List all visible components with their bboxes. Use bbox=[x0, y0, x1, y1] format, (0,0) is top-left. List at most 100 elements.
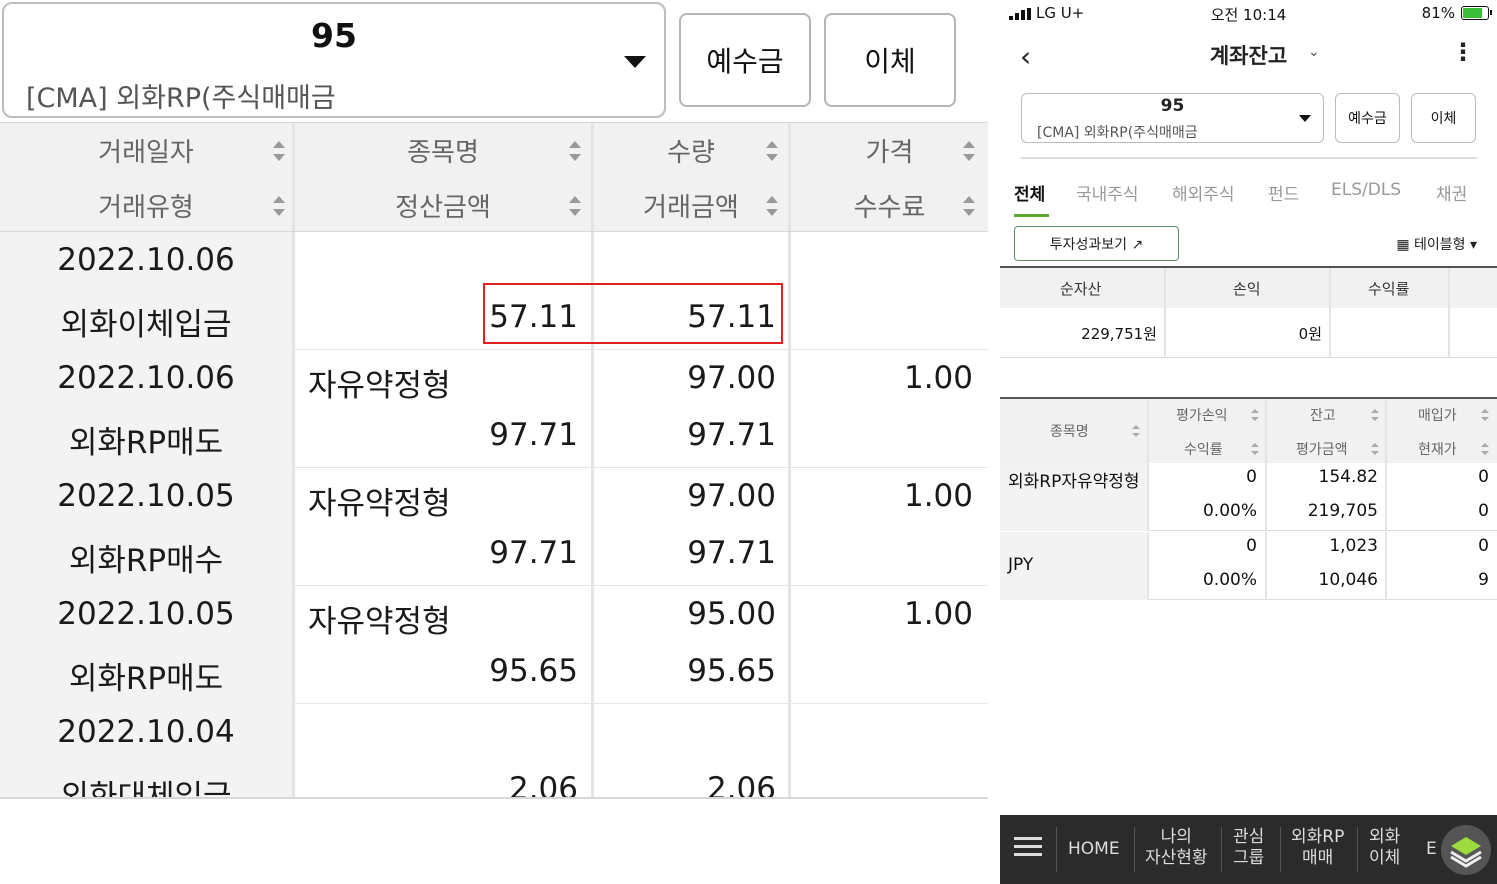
column-divider bbox=[788, 704, 791, 797]
holding-name: JPY bbox=[1008, 555, 1034, 575]
more-menu-icon[interactable]: ⋮ bbox=[1451, 38, 1475, 66]
header-trade-amount[interactable]: 거래금액 bbox=[594, 178, 788, 233]
bottom-nav-fx-rp-trade[interactable]: 외화RP 매매 bbox=[1291, 827, 1344, 869]
bottom-nav-my-assets[interactable]: 나의 자산현황 bbox=[1145, 827, 1208, 869]
trade-date: 2022.10.06 bbox=[57, 360, 235, 396]
column-divider bbox=[788, 123, 791, 231]
table-row[interactable]: 2022.10.06 외화RP매도 자유약정형 97.71 97.00 97.71 1.00 bbox=[0, 350, 988, 468]
battery-percent: 81% bbox=[1421, 4, 1455, 22]
divider bbox=[1021, 157, 1477, 159]
sort-icon[interactable] bbox=[766, 141, 778, 161]
sort-icon[interactable] bbox=[1251, 409, 1259, 421]
deposit-button[interactable]: 예수금 bbox=[1335, 93, 1400, 143]
sort-icon[interactable] bbox=[569, 196, 581, 216]
column-divider bbox=[292, 350, 295, 467]
status-bar: LG U+ 오전 10:14 81% bbox=[1000, 0, 1497, 28]
column-divider bbox=[292, 468, 295, 585]
settle-amount: 2.06 bbox=[508, 771, 578, 799]
table-view-toggle[interactable]: ▦ 테이블형 ▾ bbox=[1396, 234, 1477, 254]
transfer-button[interactable]: 이체 bbox=[824, 13, 956, 107]
trade-date: 2022.10.05 bbox=[57, 478, 235, 514]
column-divider bbox=[788, 232, 791, 349]
settle-amount: 97.71 bbox=[489, 535, 578, 571]
trade-date: 2022.10.05 bbox=[57, 596, 235, 632]
investment-performance-button[interactable]: 투자성과보기 ↗ bbox=[1014, 226, 1179, 261]
sort-icon[interactable] bbox=[273, 141, 285, 161]
header-eval-pnl[interactable]: 평가손익 bbox=[1176, 405, 1228, 425]
trade-type: 외화RP매수 bbox=[68, 543, 224, 579]
dropdown-caret-icon[interactable] bbox=[1299, 115, 1311, 122]
header-balance[interactable]: 잔고 bbox=[1310, 405, 1336, 425]
sort-icon[interactable] bbox=[1481, 409, 1489, 421]
sort-icon[interactable] bbox=[766, 196, 778, 216]
deposit-button[interactable]: 예수금 bbox=[679, 13, 811, 107]
page-title[interactable]: 계좌잔고 bbox=[1000, 40, 1497, 70]
transfer-button[interactable]: 이체 bbox=[1411, 93, 1476, 143]
sort-icon[interactable] bbox=[1481, 443, 1489, 455]
settle-amount: 95.65 bbox=[489, 653, 578, 689]
header-buy-price[interactable]: 매입가 bbox=[1418, 405, 1457, 425]
sort-icon[interactable] bbox=[963, 196, 975, 216]
eval-pnl: 0 bbox=[1246, 536, 1257, 556]
header-current-price[interactable]: 현재가 bbox=[1418, 439, 1457, 459]
bottom-nav-home[interactable]: HOME bbox=[1068, 839, 1120, 860]
table-header: 거래일자 종목명 수량 가격 거래유형 정산금액 거래금액 수수료 bbox=[0, 122, 988, 232]
account-selector[interactable]: 95 [CMA] 외화RP(주식매매금 bbox=[1021, 93, 1324, 143]
sort-icon[interactable] bbox=[273, 196, 285, 216]
holding-row[interactable]: 외화RP자유약정형 0 0.00% 154.82 219,705 0 0 bbox=[1000, 463, 1497, 531]
account-name: [CMA] 외화RP(주식매매금 bbox=[1037, 125, 1198, 141]
header-trade-type[interactable]: 거래유형 bbox=[0, 178, 292, 233]
header-fee[interactable]: 수수료 bbox=[791, 178, 988, 233]
header-trade-date[interactable]: 거래일자 bbox=[0, 123, 292, 178]
left-panel: 95 [CMA] 외화RP(주식매매금 예수금 이체 거래일자 종목명 수량 가… bbox=[0, 0, 988, 884]
sort-icon[interactable] bbox=[1371, 409, 1379, 421]
header-item-name[interactable]: 종목명 bbox=[295, 123, 591, 178]
hamburger-menu-icon[interactable] bbox=[1014, 837, 1042, 857]
sort-icon[interactable] bbox=[1132, 425, 1140, 437]
trade-date: 2022.10.04 bbox=[57, 714, 235, 750]
table-row[interactable]: 2022.10.05 외화RP매수 자유약정형 97.71 97.00 97.71 1.00 bbox=[0, 468, 988, 586]
bottom-nav-more[interactable]: E bbox=[1426, 839, 1437, 860]
title-chevron-icon[interactable]: ⌄ bbox=[1308, 44, 1320, 60]
quantity: 95.00 bbox=[687, 596, 776, 632]
tab-bond[interactable]: 채권 bbox=[1436, 180, 1467, 205]
header-item-name[interactable]: 종목명 bbox=[1050, 421, 1089, 441]
balance: 154.82 bbox=[1318, 467, 1378, 487]
trade-type: 외화RP매도 bbox=[68, 661, 224, 697]
bottom-nav-fx-transfer[interactable]: 외화 이체 bbox=[1369, 827, 1400, 869]
header-settle-amount[interactable]: 정산금액 bbox=[295, 178, 591, 233]
header-net-assets: 순자산 bbox=[1060, 280, 1102, 298]
bottom-nav-watch-group[interactable]: 관심 그룹 bbox=[1233, 827, 1264, 869]
header-return-rate[interactable]: 수익률 bbox=[1184, 439, 1223, 459]
sort-icon[interactable] bbox=[1251, 443, 1259, 455]
bottom-nav: HOME 나의 자산현황 관심 그룹 외화RP 매매 외화 이체 E bbox=[1000, 815, 1497, 884]
account-number: 95 bbox=[311, 16, 357, 55]
header-price[interactable]: 가격 bbox=[791, 123, 988, 178]
tab-domestic-stock[interactable]: 국내주식 bbox=[1076, 180, 1139, 205]
tab-els-dls[interactable]: ELS/DLS bbox=[1331, 180, 1401, 200]
holding-row[interactable]: JPY 0 0.00% 1,023 10,046 0 9 bbox=[1000, 532, 1497, 600]
buy-price: 0 bbox=[1478, 536, 1489, 556]
header-quantity[interactable]: 수량 bbox=[594, 123, 788, 178]
dropdown-caret-icon[interactable] bbox=[624, 56, 646, 68]
sort-icon[interactable] bbox=[1371, 443, 1379, 455]
asset-tabs: 전체 국내주식 해외주식 펀드 ELS/DLS 채권 bbox=[1000, 172, 1497, 220]
header-eval-amount[interactable]: 평가금액 bbox=[1296, 439, 1348, 459]
nav-bar: ‹ 계좌잔고 ⌄ ⋮ bbox=[1000, 30, 1497, 78]
column-divider bbox=[788, 586, 791, 703]
account-selector[interactable]: 95 [CMA] 외화RP(주식매매금 bbox=[2, 2, 666, 118]
table-row[interactable]: 2022.10.05 외화RP매도 자유약정형 95.65 95.00 95.65 1.00 bbox=[0, 586, 988, 704]
column-divider bbox=[788, 468, 791, 585]
sort-icon[interactable] bbox=[963, 141, 975, 161]
return-rate: 0.00% bbox=[1202, 501, 1257, 521]
summary-header: 순자산 손익 수익률 bbox=[1000, 268, 1497, 308]
tab-fund[interactable]: 펀드 bbox=[1268, 180, 1299, 205]
holding-name: 외화RP자유약정형 bbox=[1008, 472, 1140, 492]
current-price: 9 bbox=[1478, 570, 1489, 590]
sort-icon[interactable] bbox=[569, 141, 581, 161]
tab-foreign-stock[interactable]: 해외주식 bbox=[1172, 180, 1235, 205]
table-row[interactable]: 2022.10.04 외화대체입금 2.06 2.06 bbox=[0, 704, 988, 799]
tab-all[interactable]: 전체 bbox=[1014, 180, 1045, 205]
layers-icon[interactable] bbox=[1441, 825, 1491, 875]
highlight-annotation bbox=[483, 283, 783, 344]
